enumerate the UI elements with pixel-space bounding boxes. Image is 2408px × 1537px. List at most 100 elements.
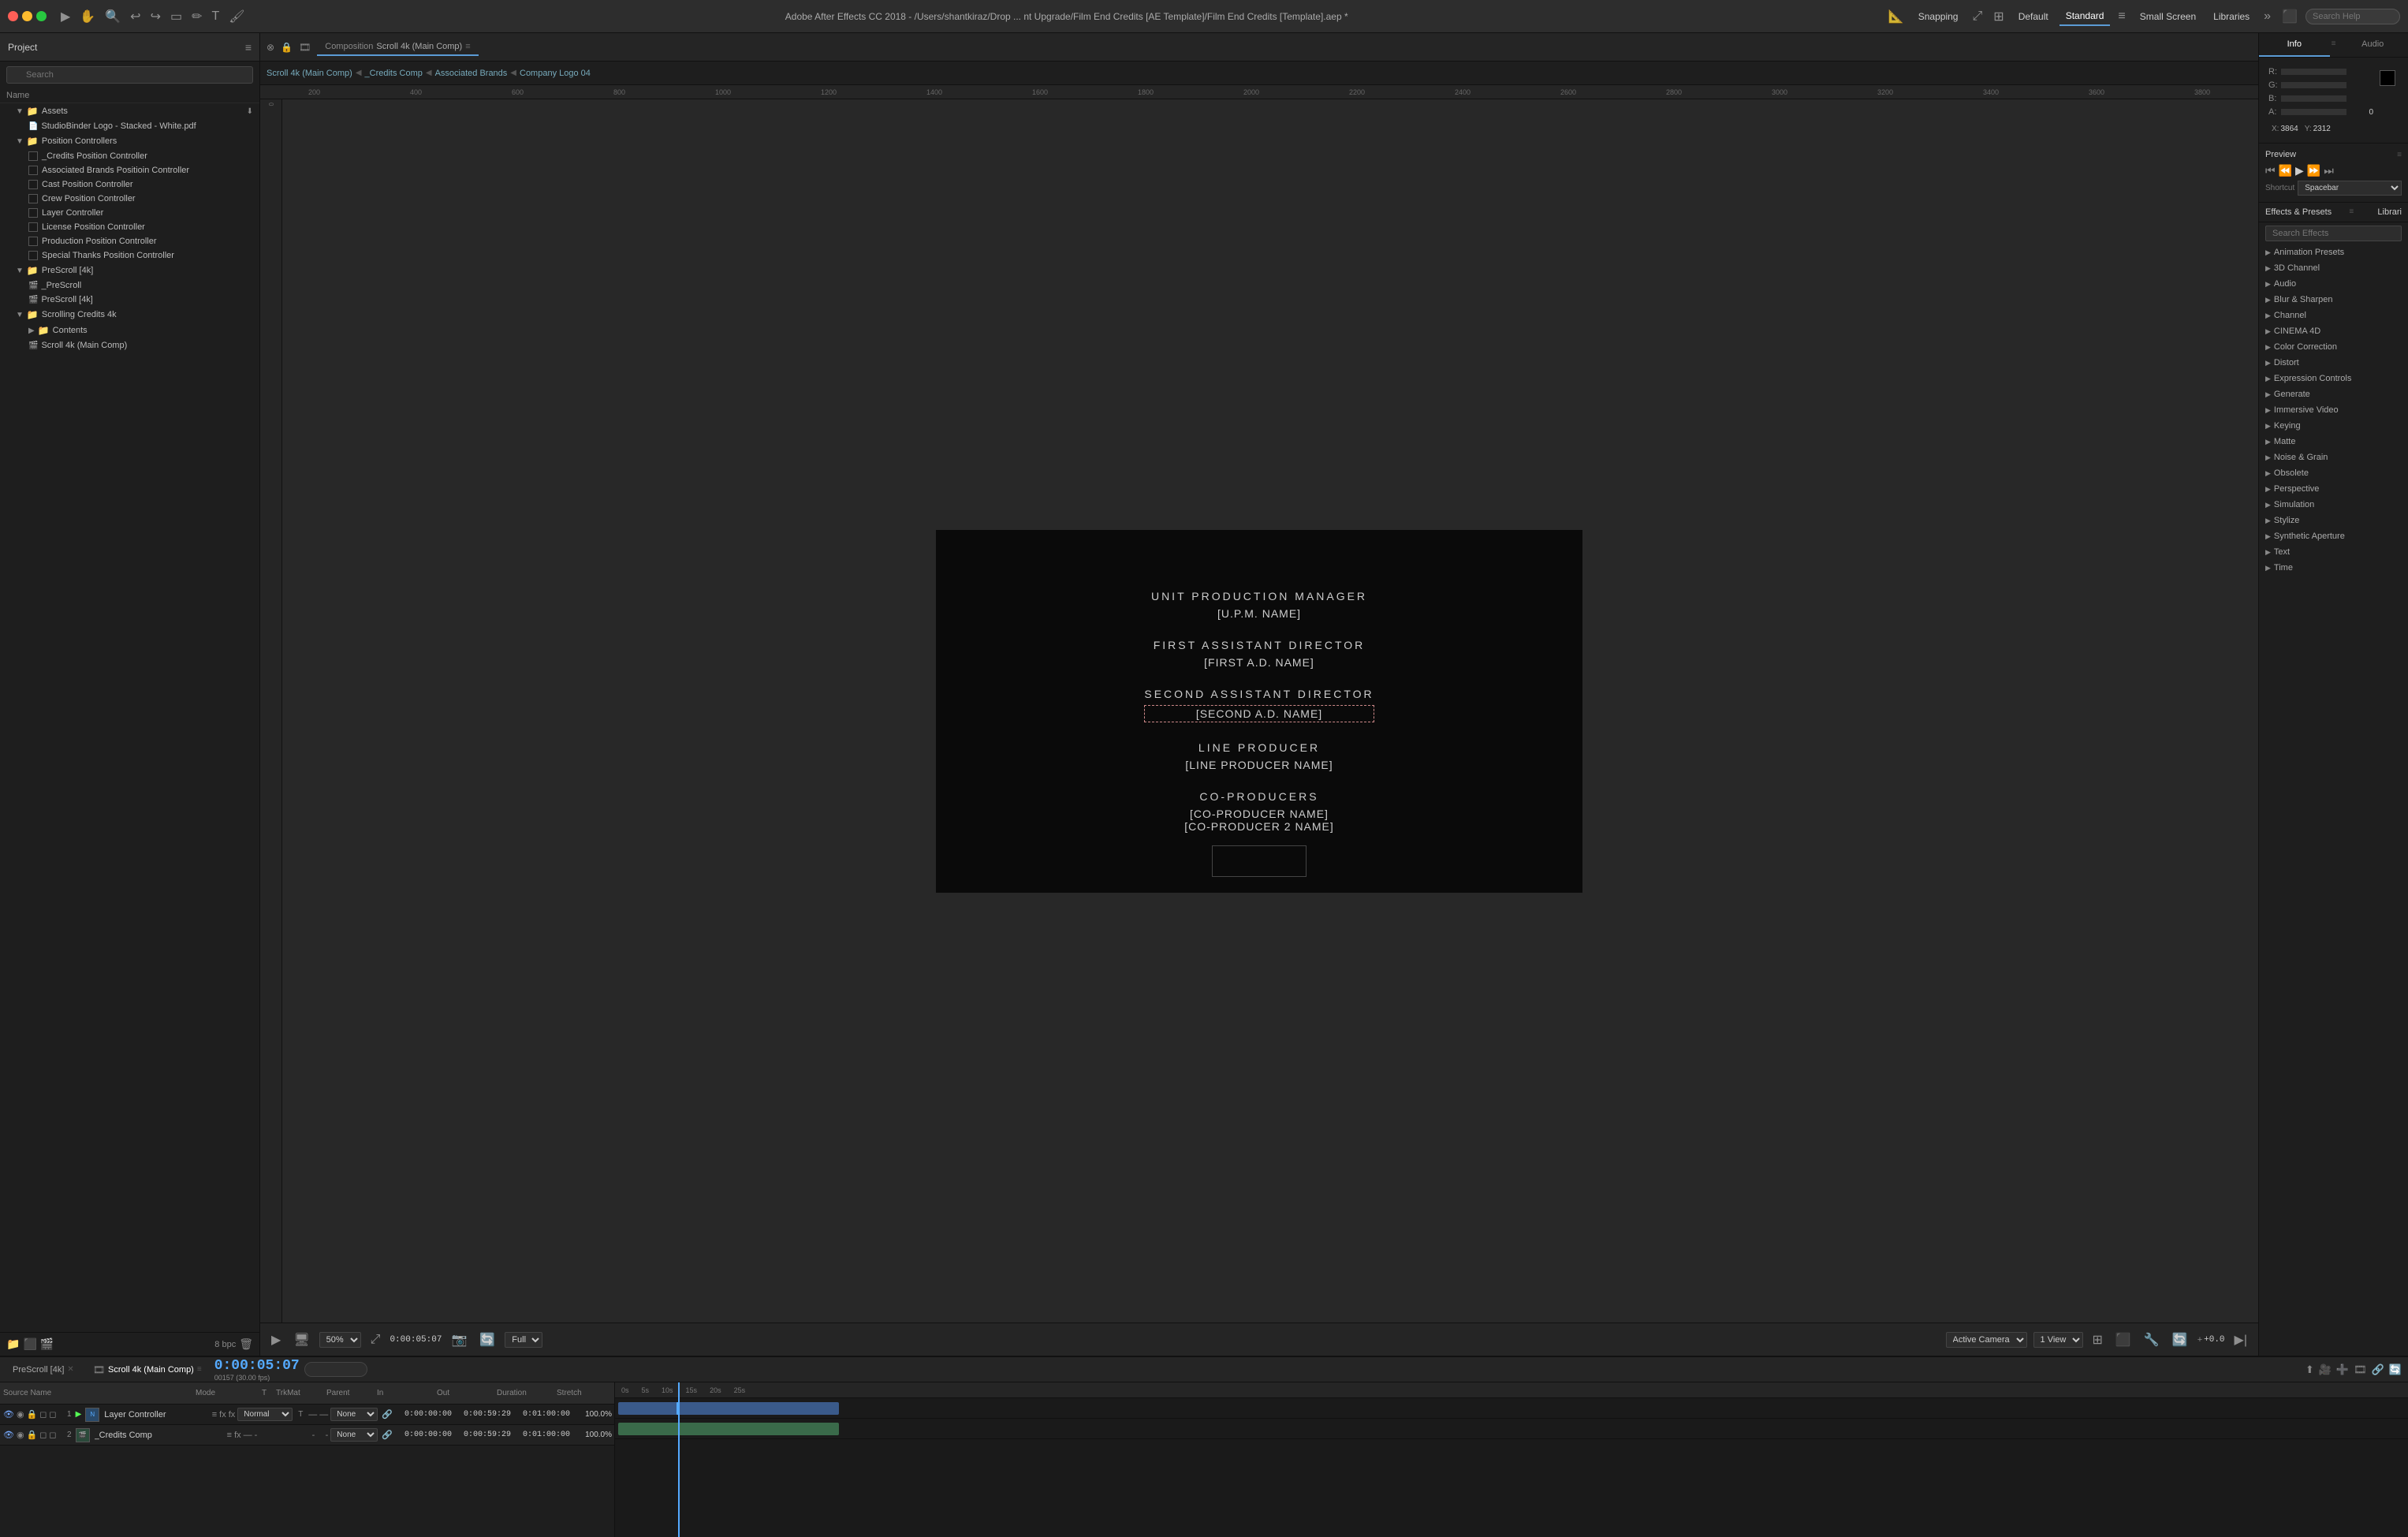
- tl-playhead[interactable]: [678, 1382, 680, 1537]
- layer2-eye-icon[interactable]: 👁: [3, 1430, 14, 1440]
- ws-more-icon[interactable]: »: [2261, 6, 2274, 27]
- layer2-solo-icon[interactable]: ◉: [17, 1430, 24, 1440]
- camera-view-select[interactable]: Active Camera: [1946, 1332, 2027, 1348]
- ws-libraries[interactable]: Libraries: [2207, 8, 2256, 25]
- tl-link-icon[interactable]: 🔗: [2372, 1364, 2384, 1376]
- tl-tab-prescroll[interactable]: PreScroll [4k] ✕: [6, 1362, 80, 1378]
- bc-assoc-brands[interactable]: Associated Brands: [435, 69, 508, 78]
- layer1-parent-select[interactable]: None: [330, 1408, 378, 1421]
- snapping-label[interactable]: Snapping: [1912, 8, 1965, 25]
- bc-company-logo[interactable]: Company Logo 04: [520, 69, 591, 78]
- layer2-parent-select[interactable]: None: [330, 1428, 378, 1442]
- tl-tab2-menu[interactable]: ≡: [197, 1365, 202, 1374]
- tree-credits-pc[interactable]: _Credits Position Controller: [0, 149, 259, 163]
- tree-studiobinder-logo[interactable]: 📄 StudioBinder Logo - Stacked - White.pd…: [0, 119, 259, 133]
- effect-cat-generate[interactable]: ▶ Generate: [2259, 386, 2408, 402]
- type-tool-icon[interactable]: T: [209, 6, 223, 27]
- layer1-effects-icon[interactable]: ◻: [49, 1409, 56, 1419]
- effect-cat-synthetic[interactable]: ▶ Synthetic Aperture: [2259, 528, 2408, 544]
- effect-cat-immersive[interactable]: ▶ Immersive Video: [2259, 402, 2408, 418]
- capture-icon[interactable]: ⬛: [2279, 6, 2301, 28]
- tree-assets-folder[interactable]: ▼ 📁 Assets ⬇: [0, 103, 259, 119]
- effect-cat-obsolete[interactable]: ▶ Obsolete: [2259, 465, 2408, 481]
- layer2-parent-link[interactable]: 🔗: [382, 1430, 393, 1440]
- effect-cat-keying[interactable]: ▶ Keying: [2259, 418, 2408, 434]
- effect-cat-expression[interactable]: ▶ Expression Controls: [2259, 371, 2408, 386]
- tree-toggle-assets[interactable]: ▼: [16, 107, 24, 116]
- maximize-button[interactable]: [36, 11, 47, 21]
- tree-toggle-scrolling[interactable]: ▼: [16, 311, 24, 319]
- comp-preview-icon[interactable]: ▶: [268, 1329, 284, 1351]
- comp-tab-menu[interactable]: ≡: [465, 42, 470, 51]
- select-tool-icon[interactable]: ▶: [58, 6, 73, 28]
- motion-blur-icon[interactable]: 🔄: [2169, 1329, 2191, 1351]
- timeline-graph[interactable]: 0s 5s 10s 15s 20s 25s: [615, 1382, 2408, 1537]
- layer2-fx-icon[interactable]: fx: [234, 1431, 241, 1440]
- tl-tab-main[interactable]: 🎞 Scroll 4k (Main Comp) ≡: [87, 1361, 208, 1378]
- tl-comp-icon2[interactable]: 🎞: [2354, 1364, 2367, 1376]
- pen-tool-icon[interactable]: ✏: [188, 6, 205, 28]
- preview-menu-icon[interactable]: ≡: [2397, 151, 2402, 159]
- effect-cat-color[interactable]: ▶ Color Correction: [2259, 339, 2408, 355]
- grid-overlay-icon[interactable]: ⊞: [2089, 1329, 2106, 1351]
- layer1-mode-select[interactable]: Normal: [237, 1408, 293, 1421]
- effect-cat-simulation[interactable]: ▶ Simulation: [2259, 497, 2408, 513]
- layer1-fx-icon[interactable]: fx: [219, 1410, 226, 1419]
- comp-view[interactable]: 0 UNIT PRODUCTION MANAGER [U.P.M. NAME] …: [260, 99, 2258, 1322]
- tree-cast-pc[interactable]: Cast Position Controller: [0, 177, 259, 192]
- tl-add-icon[interactable]: ➕: [2336, 1364, 2349, 1376]
- checkbox-credits-pc[interactable]: [28, 151, 38, 161]
- effect-cat-channel[interactable]: ▶ Channel: [2259, 308, 2408, 323]
- project-search-input[interactable]: [6, 66, 253, 84]
- checkbox-cast-pc[interactable]: [28, 180, 38, 189]
- bc-credits-comp[interactable]: _Credits Comp: [365, 69, 423, 78]
- new-folder-icon[interactable]: 📁: [6, 1337, 20, 1351]
- checkbox-layer-pc[interactable]: [28, 208, 38, 218]
- comp-options-icon[interactable]: 🔧: [2141, 1329, 2163, 1351]
- tree-license-pc[interactable]: License Position Controller: [0, 220, 259, 234]
- prev-step-fwd-btn[interactable]: ⏩: [2307, 164, 2320, 177]
- delete-icon[interactable]: 🗑: [239, 1337, 253, 1351]
- help-search-input[interactable]: [2305, 9, 2400, 24]
- checkbox-license-pc[interactable]: [28, 222, 38, 232]
- layer1-adjust-icon[interactable]: ≡: [212, 1410, 217, 1419]
- right-expand-icon[interactable]: ▶|: [2231, 1329, 2250, 1351]
- zoom-select[interactable]: 50%: [319, 1332, 361, 1348]
- tl-camera-icon[interactable]: 🎥: [2319, 1364, 2332, 1376]
- expand-icon[interactable]: ⤢: [1969, 6, 1985, 27]
- tl-parent-icon[interactable]: ⬆: [2305, 1364, 2314, 1376]
- layer1-solo-icon[interactable]: ◉: [17, 1409, 24, 1419]
- info-tab[interactable]: Info: [2259, 33, 2330, 57]
- tl-motion-icon[interactable]: 🔄: [2389, 1364, 2402, 1376]
- effects-menu-icon[interactable]: ≡: [2349, 207, 2354, 217]
- checkbox-special-pc[interactable]: [28, 251, 38, 260]
- tree-toggle-pc[interactable]: ▼: [16, 137, 24, 146]
- minimize-button[interactable]: [22, 11, 32, 21]
- ws-standard[interactable]: Standard: [2059, 7, 2111, 26]
- checkbox-assocbrands-pc[interactable]: [28, 166, 38, 175]
- tree-layer-pc[interactable]: Layer Controller: [0, 206, 259, 220]
- layer1-lock-icon[interactable]: 🔒: [27, 1409, 38, 1419]
- tree-special-pc[interactable]: Special Thanks Position Controller: [0, 248, 259, 263]
- project-panel-menu-icon[interactable]: ≡: [245, 41, 252, 54]
- effect-cat-stylize[interactable]: ▶ Stylize: [2259, 513, 2408, 528]
- tl-search-input[interactable]: [304, 1362, 367, 1377]
- paint-tool-icon[interactable]: 🖌: [226, 6, 248, 28]
- checkbox-production-pc[interactable]: [28, 237, 38, 246]
- libraries-tab[interactable]: Librari: [2377, 207, 2402, 217]
- grid-icon[interactable]: ⊞: [1990, 6, 2007, 28]
- ws-menu-icon[interactable]: ≡: [2115, 6, 2128, 27]
- tree-scroll-main[interactable]: 🎬 Scroll 4k (Main Comp): [0, 338, 259, 353]
- prev-play-btn[interactable]: ▶: [2295, 164, 2304, 177]
- camera-icon[interactable]: 📷: [448, 1329, 470, 1351]
- tl-tab1-close[interactable]: ✕: [67, 1365, 73, 1374]
- import-icon[interactable]: ⬛: [23, 1337, 36, 1351]
- layer2-quality-icon[interactable]: ◻: [49, 1430, 56, 1440]
- tree-toggle-contents[interactable]: ▶: [28, 326, 35, 335]
- prev-to-end-btn[interactable]: ⏭: [2324, 164, 2334, 177]
- effect-cat-distort[interactable]: ▶ Distort: [2259, 355, 2408, 371]
- comp-timecode[interactable]: 0:00:05:07: [390, 1335, 442, 1345]
- effect-cat-blur[interactable]: ▶ Blur & Sharpen: [2259, 292, 2408, 308]
- layer1-parent-link[interactable]: 🔗: [382, 1409, 393, 1419]
- checkbox-crew-pc[interactable]: [28, 194, 38, 203]
